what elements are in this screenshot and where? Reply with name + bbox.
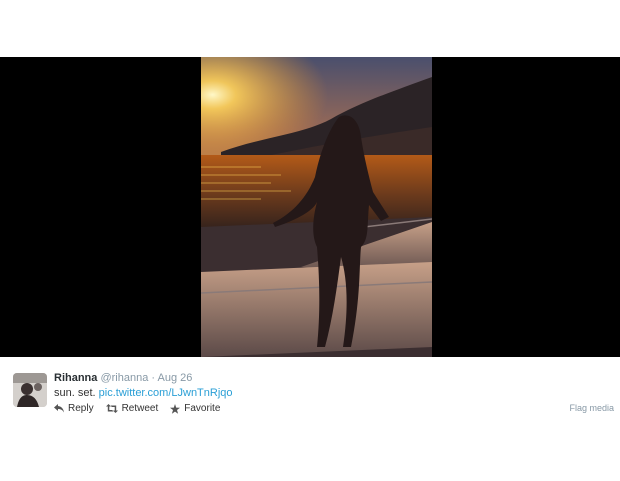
avatar-image bbox=[13, 373, 47, 407]
avatar[interactable] bbox=[13, 373, 47, 407]
reply-icon bbox=[54, 404, 64, 413]
reply-button[interactable]: Reply bbox=[54, 403, 94, 414]
reply-label: Reply bbox=[68, 403, 94, 414]
retweet-label: Retweet bbox=[121, 403, 159, 414]
tweet-photo[interactable] bbox=[201, 57, 432, 357]
tweet-body: sun. set. bbox=[54, 387, 96, 399]
star-icon bbox=[170, 403, 181, 414]
retweet-icon bbox=[105, 404, 118, 413]
tweet-header: Rihanna @rihanna · Aug 26 bbox=[54, 372, 192, 384]
tweet-actions: Reply Retweet Favorite bbox=[54, 403, 220, 414]
favorite-button[interactable]: Favorite bbox=[170, 403, 220, 414]
retweet-button[interactable]: Retweet bbox=[105, 403, 159, 414]
flag-media-link[interactable]: Flag media bbox=[569, 403, 614, 413]
author-handle[interactable]: @rihanna bbox=[100, 372, 148, 384]
tweet-media-link[interactable]: pic.twitter.com/LJwnTnRjqo bbox=[99, 387, 233, 399]
tweet-card: Rihanna @rihanna · Aug 26 sun. set. pic.… bbox=[0, 357, 620, 481]
favorite-label: Favorite bbox=[184, 403, 221, 414]
tweet-text: sun. set. pic.twitter.com/LJwnTnRjqo bbox=[54, 387, 233, 399]
tweet-date[interactable]: Aug 26 bbox=[158, 372, 193, 384]
author-name[interactable]: Rihanna bbox=[54, 372, 97, 384]
separator: · bbox=[151, 372, 156, 384]
